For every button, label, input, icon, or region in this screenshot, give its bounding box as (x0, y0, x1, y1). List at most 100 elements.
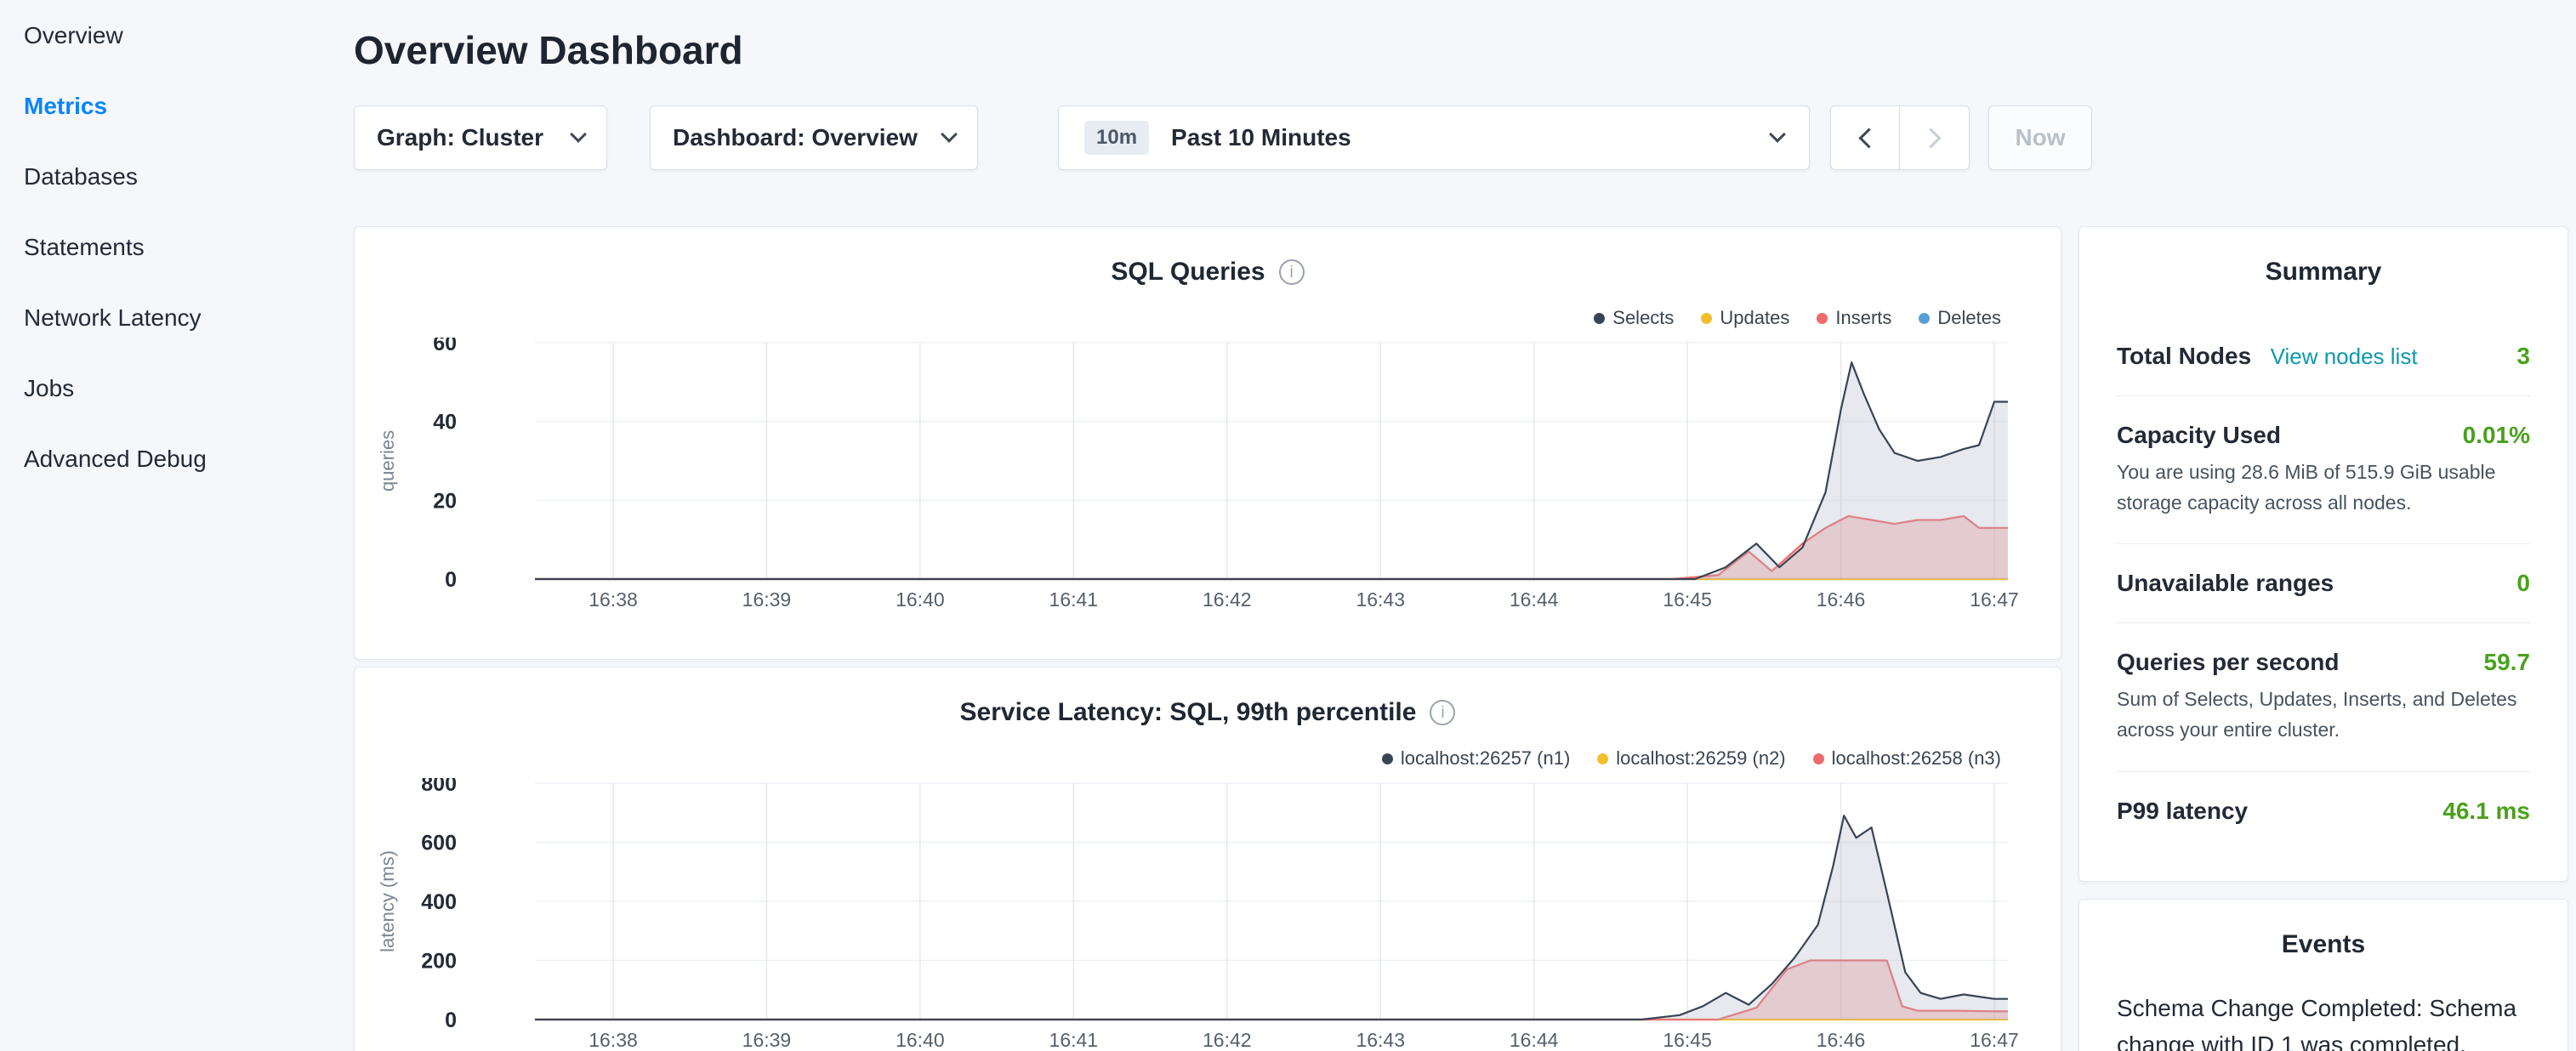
sidebar-item-metrics[interactable]: Metrics (0, 71, 354, 141)
summary-value: 0.01% (2463, 422, 2530, 449)
summary-row-queries-per-second: Queries per second 59.7 Sum of Selects, … (2117, 623, 2530, 771)
chevron-down-icon (1769, 126, 1786, 143)
legend-label: localhost:26259 (n2) (1616, 747, 1785, 770)
legend-label: localhost:26258 (n3) (1832, 747, 2001, 770)
x-tick-label: 16:38 (589, 588, 638, 611)
summary-value: 3 (2516, 343, 2530, 370)
summary-card: Summary Total Nodes View nodes list 3 Ca… (2078, 226, 2568, 882)
events-card: Events Schema Change Completed: Schema c… (2078, 899, 2568, 1051)
y-tick-label: 40 (433, 411, 457, 435)
legend-label: localhost:26257 (n1) (1401, 747, 1570, 770)
x-tick-label: 16:41 (1049, 1029, 1099, 1051)
x-tick-label: 16:44 (1510, 588, 1559, 611)
x-tick-label: 16:40 (896, 588, 945, 611)
sidebar-item-advanced-debug[interactable]: Advanced Debug (0, 423, 354, 494)
x-tick-label: 16:43 (1356, 588, 1405, 611)
sql-queries-chart-card: SQL Queries i Selects Updates Inserts Delet… (354, 226, 2061, 660)
x-tick-label: 16:45 (1663, 588, 1712, 611)
chevron-right-icon (1920, 128, 1941, 148)
summary-label: Capacity Used (2117, 422, 2281, 449)
legend-item[interactable]: localhost:26258 (n3) (1813, 747, 2001, 770)
sidebar-item-network-latency[interactable]: Network Latency (0, 282, 354, 353)
summary-value: 0 (2516, 570, 2530, 597)
y-axis-unit-label: latency (ms) (377, 850, 398, 952)
y-tick-label: 400 (421, 890, 457, 914)
x-tick-label: 16:45 (1663, 1029, 1712, 1051)
charts-column: SQL Queries i Selects Updates Inserts Delet… (354, 226, 2061, 1051)
x-tick-label: 16:47 (1970, 588, 2019, 611)
legend-dot-icon (1813, 753, 1824, 764)
app-root: Overview Metrics Databases Statements Ne… (0, 0, 2576, 1051)
legend-item[interactable]: Updates (1701, 307, 1789, 329)
summary-row-p99-latency: P99 latency 46.1 ms (2117, 772, 2530, 850)
y-axis-unit-label: queries (377, 430, 398, 491)
sidebar-item-databases[interactable]: Databases (0, 141, 354, 212)
sidebar-item-jobs[interactable]: Jobs (0, 353, 354, 423)
summary-row-total-nodes: Total Nodes View nodes list 3 (2117, 317, 2530, 396)
x-tick-label: 16:39 (742, 588, 792, 611)
sidebar-item-statements[interactable]: Statements (0, 212, 354, 282)
chevron-down-icon (941, 126, 958, 143)
y-tick-label: 800 (421, 778, 457, 796)
sidebar-item-label: Network Latency (24, 304, 202, 332)
graph-dropdown-label: Graph: Cluster (377, 124, 543, 151)
time-range-label: Past 10 Minutes (1171, 124, 1351, 151)
x-tick-label: 16:40 (896, 1029, 945, 1051)
sql-queries-chart[interactable]: 020406016:3816:3916:4016:4116:4216:4316:… (355, 338, 2061, 618)
summary-title: Summary (2117, 258, 2530, 287)
sidebar-item-label: Overview (24, 22, 123, 49)
summary-subtext: You are using 28.6 MiB of 515.9 GiB usab… (2117, 457, 2530, 518)
sidebar-item-label: Statements (24, 234, 145, 261)
time-range-selector[interactable]: 10m Past 10 Minutes (1058, 105, 1810, 170)
info-icon[interactable]: i (1430, 700, 1455, 725)
dashboard-dropdown-label: Dashboard: Overview (673, 124, 918, 151)
summary-value: 59.7 (2484, 649, 2531, 676)
sidebar-item-overview[interactable]: Overview (0, 0, 354, 71)
y-tick-label: 0 (445, 1008, 457, 1032)
legend-item[interactable]: Deletes (1919, 307, 2001, 329)
x-tick-label: 16:43 (1356, 1029, 1405, 1051)
summary-row-unavailable-ranges: Unavailable ranges 0 (2117, 544, 2530, 623)
x-tick-label: 16:46 (1817, 1029, 1866, 1051)
chevron-down-icon (570, 126, 587, 143)
view-nodes-list-link[interactable]: View nodes list (2271, 344, 2418, 369)
chevron-left-icon (1858, 128, 1879, 148)
legend-item[interactable]: localhost:26257 (n1) (1382, 747, 1570, 770)
legend-dot-icon (1919, 313, 1930, 324)
legend-dot-icon (1382, 753, 1393, 764)
sidebar-item-label: Metrics (24, 93, 107, 120)
service-latency-chart[interactable]: 020040060080016:3816:3916:4016:4116:4216… (355, 778, 2061, 1051)
event-text: Schema Change Completed: Schema change w… (2117, 990, 2530, 1051)
legend-item[interactable]: localhost:26259 (n2) (1597, 747, 1785, 770)
x-tick-label: 16:42 (1203, 1029, 1252, 1051)
legend-item[interactable]: Selects (1594, 307, 1674, 329)
legend-label: Selects (1612, 307, 1674, 329)
x-tick-label: 16:47 (1970, 1029, 2019, 1051)
page-header: Overview Dashboard Graph: Cluster Dashbo… (354, 0, 2106, 170)
time-next-button[interactable] (1900, 105, 1970, 170)
info-icon[interactable]: i (1279, 259, 1305, 285)
time-prev-button[interactable] (1830, 105, 1900, 170)
chart-header: Service Latency: SQL, 99th percentile i (355, 698, 2061, 727)
time-step-buttons (1830, 105, 1970, 170)
sidebar-item-label: Jobs (24, 375, 74, 402)
chart-header: SQL Queries i (355, 258, 2061, 287)
sidebar-item-label: Advanced Debug (24, 446, 207, 473)
legend-dot-icon (1594, 313, 1605, 324)
series-area (535, 815, 2008, 1020)
legend-dot-icon (1817, 313, 1828, 324)
y-tick-label: 600 (421, 832, 457, 855)
summary-label: Total Nodes (2117, 343, 2251, 369)
event-item[interactable]: Schema Change Completed: Schema change w… (2117, 990, 2530, 1051)
now-button[interactable]: Now (1988, 105, 2092, 170)
x-tick-label: 16:46 (1817, 588, 1866, 611)
x-tick-label: 16:41 (1049, 588, 1099, 611)
page-title: Overview Dashboard (354, 27, 2106, 73)
y-tick-label: 20 (433, 489, 457, 513)
legend-item[interactable]: Inserts (1817, 307, 1891, 329)
summary-value: 46.1 ms (2442, 798, 2530, 825)
right-column: Summary Total Nodes View nodes list 3 Ca… (2078, 226, 2568, 1051)
chart-title: SQL Queries (1111, 258, 1265, 287)
dashboard-dropdown[interactable]: Dashboard: Overview (650, 105, 978, 170)
graph-dropdown[interactable]: Graph: Cluster (354, 105, 607, 170)
